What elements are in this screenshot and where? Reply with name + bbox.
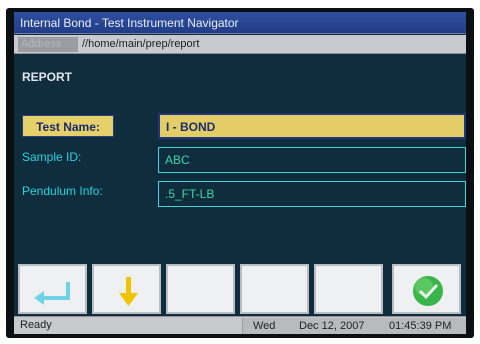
enter-button[interactable] [18,264,87,314]
status-bar: Ready Wed Dec 12, 2007 01:45:39 PM [14,316,466,334]
soft-key-5[interactable] [314,264,383,314]
device-screen: Internal Bond - Test Instrument Navigato… [14,12,466,334]
window-title: Internal Bond - Test Instrument Navigato… [20,16,239,30]
pendulum-info-field[interactable]: .5_FT-LB [158,181,466,207]
enter-icon [34,282,70,305]
test-name-label: Test Name: [22,115,114,137]
confirm-button[interactable] [392,264,461,314]
soft-key-3[interactable] [166,264,235,314]
status-text: Ready [20,319,52,331]
status-time: 01:45:39 PM [389,320,452,332]
status-date: Dec 12, 2007 [299,320,365,332]
sample-id-label: Sample ID: [22,150,82,164]
test-name-field[interactable]: I - BOND [158,113,466,139]
down-arrow-icon [119,277,138,306]
down-button[interactable] [92,264,161,314]
sample-id-field[interactable]: ABC [158,147,466,173]
page-title: REPORT [22,70,73,84]
check-icon [413,276,443,306]
pendulum-info-label: Pendulum Info: [22,184,103,198]
address-bar[interactable]: Address //home/main/prep/report [14,35,466,54]
address-path[interactable]: //home/main/prep/report [82,37,199,52]
soft-key-4[interactable] [240,264,309,314]
window-title-bar: Internal Bond - Test Instrument Navigato… [14,12,466,34]
status-day: Wed [253,320,276,332]
soft-key-row [14,264,466,314]
status-clock: Wed Dec 12, 2007 01:45:39 PM [242,318,466,334]
address-label: Address [18,37,78,52]
